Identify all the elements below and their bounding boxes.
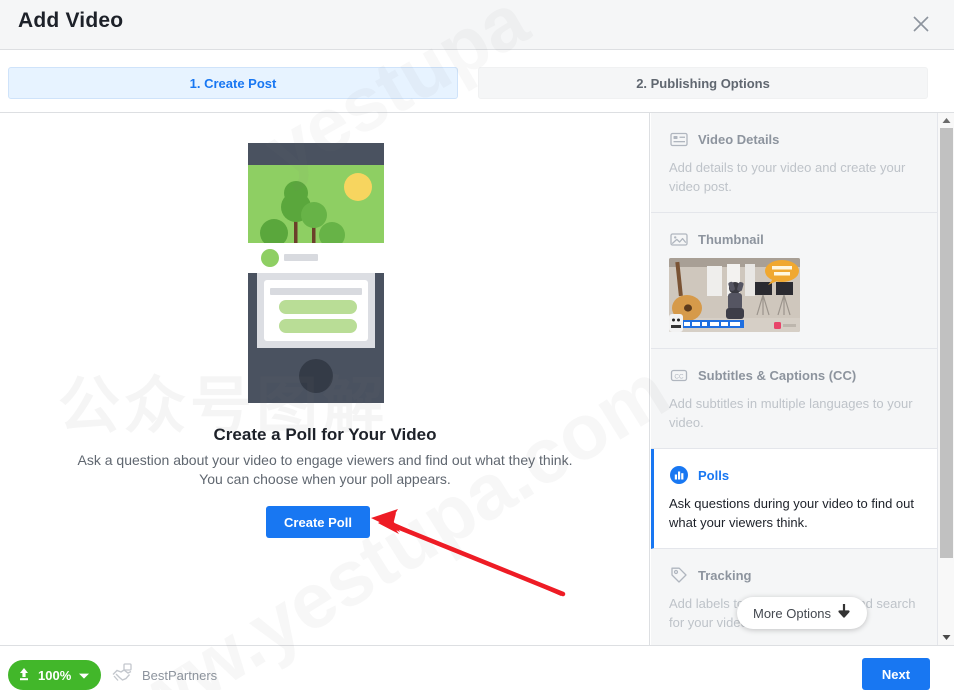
dialog-body: Create a Poll for Your Video Ask a quest… <box>0 113 954 645</box>
sidebar-item-polls-header: Polls <box>669 465 919 485</box>
thumbnail-preview-image[interactable] <box>669 258 800 332</box>
arrow-down-icon <box>837 603 851 624</box>
scrollbar-thumb[interactable] <box>940 128 953 558</box>
caret-down-icon[interactable] <box>78 668 90 683</box>
sidebar-scrollbar[interactable] <box>937 113 954 645</box>
tab-publishing-options[interactable]: 2. Publishing Options <box>478 67 928 99</box>
sidebar-item-polls-label: Polls <box>698 467 730 483</box>
sidebar-item-video-details-desc: Add details to your video and create you… <box>669 160 906 194</box>
video-options-sidebar: Video Details Add details to your video … <box>651 113 954 645</box>
empty-state-headline: Create a Poll for Your Video <box>213 425 437 444</box>
sidebar-item-thumbnail-header: Thumbnail <box>669 229 919 249</box>
cc-icon: CC <box>669 365 689 385</box>
caret-down-icon[interactable] <box>938 630 954 645</box>
svg-text:CC: CC <box>674 373 684 380</box>
sidebar-item-tracking-label: Tracking <box>698 567 752 583</box>
video-details-icon <box>669 129 689 149</box>
sidebar-item-polls-desc: Ask questions during your video to find … <box>669 496 914 530</box>
upload-progress-badge[interactable]: 100% <box>8 660 102 690</box>
page-title: Add Video <box>18 9 124 32</box>
empty-state-description-line1: Ask a question about your video to engag… <box>77 452 573 468</box>
empty-state-description: Ask a question about your video to engag… <box>25 451 625 489</box>
sidebar-item-subtitles-captions-desc: Add subtitles in multiple languages to y… <box>669 396 913 430</box>
sidebar-item-thumbnail[interactable]: Thumbnail <box>651 213 937 349</box>
sidebar-item-subtitles-captions-header: CC Subtitles & Captions (CC) <box>669 365 919 385</box>
sidebar-item-thumbnail-label: Thumbnail <box>698 231 764 247</box>
tab-create-post[interactable]: 1. Create Post <box>8 67 458 99</box>
tab-publishing-options-label: 2. Publishing Options <box>636 75 770 91</box>
poll-icon <box>669 465 689 485</box>
tab-create-post-label: 1. Create Post <box>189 75 277 91</box>
partner-badge: BestPartners <box>110 660 217 690</box>
more-options-label: More Options <box>753 605 832 621</box>
dialog-titlebar: Add Video <box>0 0 954 50</box>
tag-icon <box>669 565 689 585</box>
wizard-tabs: 1. Create Post 2. Publishing Options <box>0 51 954 113</box>
image-icon <box>669 229 689 249</box>
create-poll-button[interactable]: Create Poll <box>266 506 370 538</box>
sidebar-item-subtitles-captions-label: Subtitles & Captions (CC) <box>698 367 857 383</box>
sidebar-scroll-area: Video Details Add details to your video … <box>651 113 937 645</box>
handshake-icon <box>110 662 134 689</box>
upload-percent-label: 100% <box>38 667 72 683</box>
add-video-dialog: Add Video 1. Create Post 2. Publishing O… <box>0 0 954 690</box>
next-button[interactable]: Next <box>862 658 930 690</box>
poll-empty-state-pane: Create a Poll for Your Video Ask a quest… <box>0 113 650 645</box>
close-icon[interactable] <box>906 9 936 39</box>
upload-arrow-icon <box>17 666 31 685</box>
partner-name-label: BestPartners <box>142 667 218 683</box>
sidebar-item-tracking-header: Tracking <box>669 565 919 585</box>
caret-up-icon[interactable] <box>938 113 954 128</box>
phone-poll-illustration <box>248 143 384 403</box>
more-options-button[interactable]: More Options <box>737 597 868 629</box>
sidebar-item-video-details-label: Video Details <box>698 131 780 147</box>
sidebar-item-subtitles-captions[interactable]: CC Subtitles & Captions (CC) Add subtitl… <box>651 349 937 449</box>
empty-state-description-line2: You can choose when your poll appears. <box>199 471 451 487</box>
sidebar-item-polls[interactable]: Polls Ask questions during your video to… <box>651 449 937 549</box>
sidebar-item-video-details[interactable]: Video Details Add details to your video … <box>651 113 937 213</box>
sidebar-item-video-details-header: Video Details <box>669 129 919 149</box>
